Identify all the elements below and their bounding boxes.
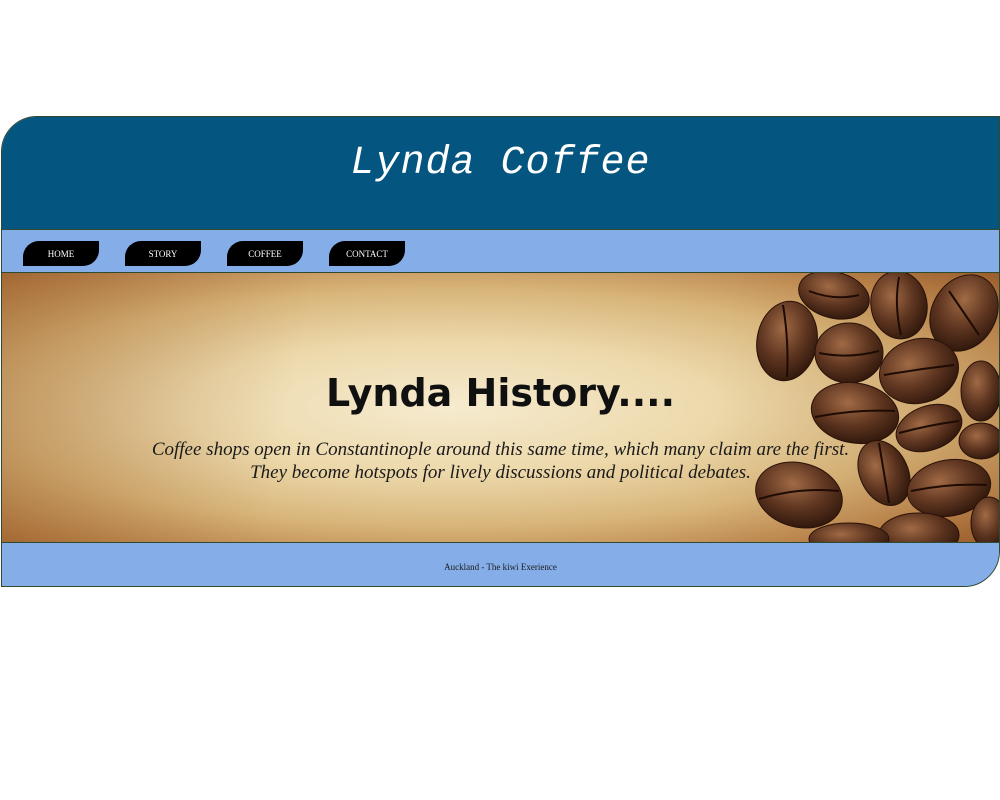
site-footer: Auckland - The kiwi Exerience <box>2 543 999 586</box>
hero-banner: Lynda History.... Coffee shops open in C… <box>2 273 999 543</box>
site-header: Lynda Coffee <box>2 117 999 230</box>
footer-text: Auckland - The kiwi Exerience <box>444 562 557 572</box>
site-title: Lynda Coffee <box>350 141 651 186</box>
nav-contact-button[interactable]: CONTACT <box>329 241 405 266</box>
hero-line-1: Coffee shops open in Constantinople arou… <box>151 439 850 460</box>
nav-story-button[interactable]: STORY <box>125 241 201 266</box>
hero-paragraph: Coffee shops open in Constantinople arou… <box>2 438 999 484</box>
hero-line-2: They become hotspots for lively discussi… <box>250 462 751 483</box>
nav-coffee-button[interactable]: COFFEE <box>227 241 303 266</box>
hero-heading: Lynda History.... <box>325 371 675 415</box>
nav-home-button[interactable]: HOME <box>23 241 99 266</box>
site-container: Lynda Coffee HOME STORY COFFEE CONTACT L… <box>1 116 1000 587</box>
main-nav: HOME STORY COFFEE CONTACT <box>2 230 999 273</box>
